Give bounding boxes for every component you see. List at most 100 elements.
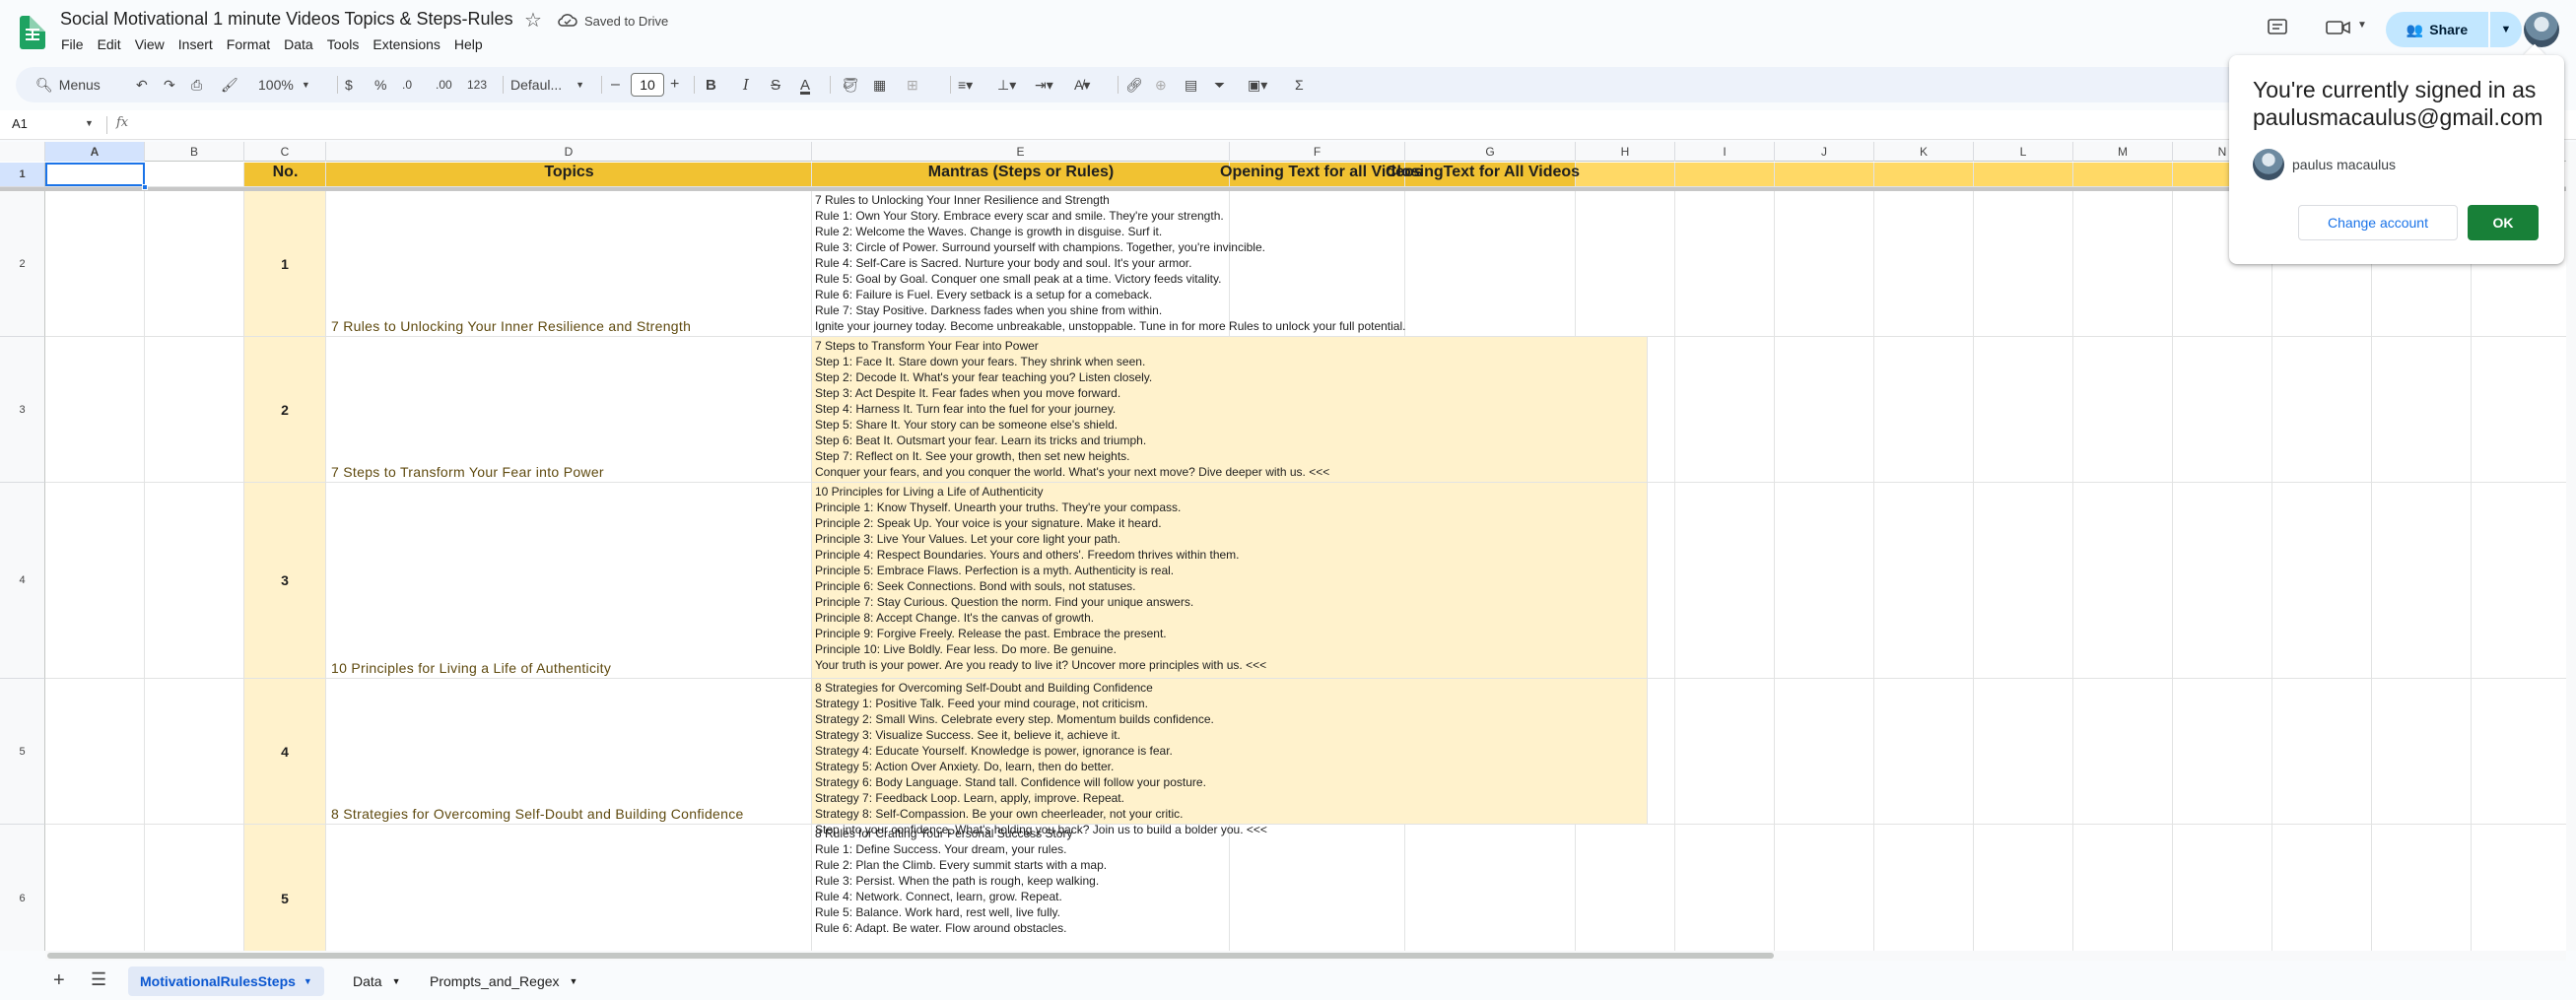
cell[interactable] bbox=[2173, 337, 2272, 483]
document-title[interactable]: Social Motivational 1 minute Videos Topi… bbox=[60, 9, 513, 30]
tab-chevron-icon[interactable]: ▼ bbox=[570, 976, 578, 986]
decrease-decimal-button[interactable]: .0 bbox=[402, 67, 412, 102]
functions-icon[interactable]: Σ bbox=[1295, 67, 1304, 102]
header-cell[interactable] bbox=[1775, 163, 1874, 187]
insert-chart-icon[interactable]: ▤ bbox=[1185, 67, 1197, 102]
font-family-select[interactable]: Defaul... ▼ bbox=[510, 67, 584, 102]
cell[interactable] bbox=[1974, 679, 2073, 825]
vertical-scrollbar[interactable] bbox=[2566, 142, 2576, 951]
menu-extensions[interactable]: Extensions bbox=[373, 36, 440, 56]
column-header[interactable]: F bbox=[1230, 142, 1405, 162]
column-header[interactable]: A bbox=[45, 142, 145, 162]
number-cell[interactable]: 1 bbox=[244, 191, 326, 337]
row-header[interactable]: 2 bbox=[0, 191, 45, 337]
cell[interactable] bbox=[2472, 483, 2566, 679]
menus-search-button[interactable]: 🔍︎ Menus bbox=[24, 71, 126, 99]
cell[interactable] bbox=[1675, 483, 1775, 679]
percent-format-button[interactable]: % bbox=[374, 67, 386, 102]
cell[interactable] bbox=[1230, 825, 1405, 951]
cell[interactable] bbox=[2472, 825, 2566, 951]
number-format-button[interactable]: 123 bbox=[467, 67, 487, 102]
header-cell[interactable] bbox=[1874, 163, 1974, 187]
ok-button[interactable]: OK bbox=[2468, 205, 2539, 240]
row-header[interactable]: 1 bbox=[0, 163, 45, 187]
cell[interactable] bbox=[1874, 191, 1974, 337]
menu-data[interactable]: Data bbox=[284, 36, 313, 56]
cell[interactable] bbox=[1874, 337, 1974, 483]
text-rotation-icon[interactable]: A̸▾ bbox=[1074, 67, 1090, 102]
cell[interactable] bbox=[45, 191, 145, 337]
cell[interactable] bbox=[2173, 679, 2272, 825]
cell[interactable] bbox=[1405, 191, 1576, 337]
filter-icon[interactable]: ⏷ bbox=[1214, 67, 1225, 102]
row-header[interactable]: 5 bbox=[0, 679, 45, 825]
row-header[interactable]: 3 bbox=[0, 337, 45, 483]
column-header[interactable]: J bbox=[1775, 142, 1874, 162]
row-header[interactable]: 4 bbox=[0, 483, 45, 679]
cell[interactable] bbox=[2073, 483, 2173, 679]
sheets-logo-icon[interactable] bbox=[20, 16, 45, 49]
cell[interactable] bbox=[1675, 825, 1775, 951]
number-cell[interactable]: 3 bbox=[244, 483, 326, 679]
cell[interactable] bbox=[45, 679, 145, 825]
meet-video-icon[interactable] bbox=[2326, 20, 2353, 35]
cell[interactable] bbox=[1230, 191, 1405, 337]
cell[interactable] bbox=[2173, 825, 2272, 951]
sheet-tab-motivational[interactable]: MotivationalRulesSteps ▼ bbox=[128, 967, 324, 996]
increase-decimal-button[interactable]: .00 bbox=[436, 67, 452, 102]
header-cell[interactable] bbox=[1675, 163, 1775, 187]
redo-icon[interactable]: ↷ bbox=[164, 67, 175, 102]
column-header[interactable]: B bbox=[145, 142, 244, 162]
font-size-input[interactable]: 10 bbox=[631, 73, 664, 97]
borders-icon[interactable]: ▦ bbox=[873, 67, 886, 102]
strikethrough-icon[interactable]: S bbox=[771, 67, 780, 102]
topic-cell[interactable]: 7 Rules to Unlocking Your Inner Resilien… bbox=[326, 191, 812, 337]
font-size-decrease-button[interactable]: – bbox=[611, 67, 620, 102]
cell[interactable] bbox=[2272, 679, 2372, 825]
menu-file[interactable]: File bbox=[61, 36, 84, 56]
header-cell[interactable] bbox=[1974, 163, 2073, 187]
cell[interactable] bbox=[1675, 337, 1775, 483]
cell[interactable] bbox=[2472, 679, 2566, 825]
column-header[interactable]: H bbox=[1576, 142, 1675, 162]
cell[interactable] bbox=[1874, 825, 1974, 951]
cell[interactable] bbox=[1775, 679, 1874, 825]
cell[interactable] bbox=[2073, 679, 2173, 825]
cell[interactable] bbox=[1675, 191, 1775, 337]
cell[interactable] bbox=[45, 337, 145, 483]
cell[interactable] bbox=[1775, 191, 1874, 337]
number-cell[interactable]: 5 bbox=[244, 825, 326, 951]
cell[interactable] bbox=[2372, 679, 2472, 825]
selected-cell-a1[interactable] bbox=[45, 163, 145, 186]
meet-dropdown-icon[interactable]: ▼ bbox=[2357, 20, 2367, 31]
topic-cell[interactable] bbox=[326, 825, 812, 951]
topic-cell[interactable]: 8 Strategies for Overcoming Self-Doubt a… bbox=[326, 679, 812, 825]
fill-handle[interactable] bbox=[142, 184, 148, 190]
mantra-cell[interactable]: 7 Steps to Transform Your Fear into Powe… bbox=[812, 337, 1648, 483]
cell[interactable] bbox=[45, 825, 145, 951]
cell[interactable] bbox=[1974, 337, 2073, 483]
number-cell[interactable]: 2 bbox=[244, 337, 326, 483]
comments-icon[interactable] bbox=[2267, 18, 2288, 37]
cell[interactable] bbox=[2073, 825, 2173, 951]
header-cell[interactable] bbox=[1576, 163, 1675, 187]
column-header[interactable]: L bbox=[1974, 142, 2073, 162]
menu-insert[interactable]: Insert bbox=[178, 36, 213, 56]
zoom-select[interactable]: 100% ▼ bbox=[258, 67, 310, 102]
column-header[interactable]: I bbox=[1675, 142, 1775, 162]
cell[interactable] bbox=[1775, 483, 1874, 679]
mantra-cell[interactable]: 8 Rules for Crafting Your Personal Succe… bbox=[812, 825, 1230, 951]
horizontal-scrollbar[interactable] bbox=[45, 951, 2566, 961]
fill-color-icon[interactable]: 🪣︎ bbox=[842, 67, 859, 102]
horizontal-scroll-thumb[interactable] bbox=[47, 953, 1774, 959]
insert-link-icon[interactable]: 🔗︎ bbox=[1125, 67, 1143, 102]
menu-view[interactable]: View bbox=[135, 36, 165, 56]
filter-views-icon[interactable]: ▣▾ bbox=[1248, 67, 1267, 102]
formula-input[interactable] bbox=[140, 114, 2544, 136]
share-dropdown-button[interactable]: ▼ bbox=[2490, 12, 2522, 47]
cell[interactable] bbox=[2073, 191, 2173, 337]
cell[interactable] bbox=[145, 191, 244, 337]
sheet-tab-prompts[interactable]: Prompts_and_Regex ▼ bbox=[418, 967, 589, 996]
cell[interactable] bbox=[1675, 679, 1775, 825]
menu-format[interactable]: Format bbox=[227, 36, 270, 56]
